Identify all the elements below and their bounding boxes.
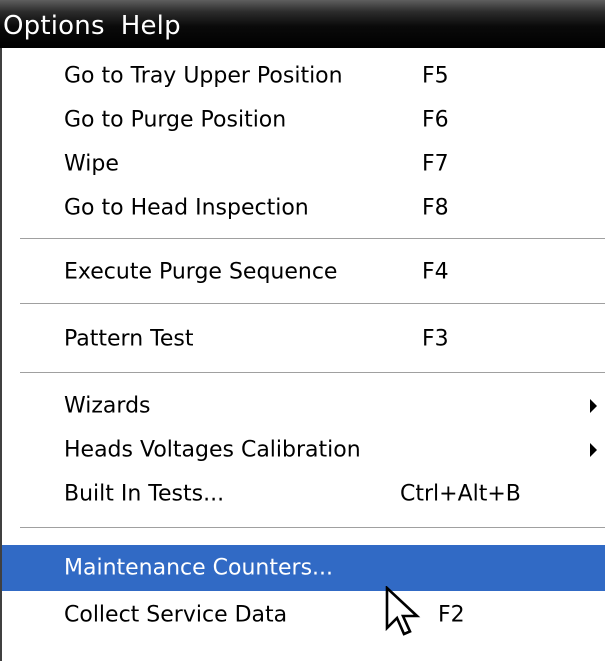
menu-item-collect-service-data[interactable]: Collect Service Data F2 (2, 593, 605, 637)
menu-item-go-to-purge-position[interactable]: Go to Purge Position F6 (2, 98, 605, 142)
menu-item-label: Execute Purge Sequence (64, 259, 338, 285)
menu-item-wizards[interactable]: Wizards (2, 384, 605, 428)
menu-separator (20, 303, 605, 305)
menu-item-shortcut: Ctrl+Alt+B (400, 481, 521, 507)
menu-item-shortcut: F6 (422, 107, 449, 133)
menu-item-label: Maintenance Counters... (64, 555, 334, 581)
menu-item-heads-voltages-calibration[interactable]: Heads Voltages Calibration (2, 428, 605, 472)
menu-item-shortcut: F4 (422, 259, 449, 285)
menu-item-label: Heads Voltages Calibration (64, 437, 361, 463)
menu-item-label: Wipe (64, 151, 119, 177)
menu-item-shortcut: F8 (422, 195, 449, 221)
menu-item-shortcut: F5 (422, 63, 449, 89)
menu-item-label: Go to Head Inspection (64, 195, 309, 221)
menu-item-label: Pattern Test (64, 326, 194, 352)
menu-separator (20, 372, 605, 374)
menu-item-go-to-tray-upper-position[interactable]: Go to Tray Upper Position F5 (2, 54, 605, 98)
menu-item-maintenance-counters[interactable]: Maintenance Counters... (2, 545, 605, 591)
menu-item-shortcut: F3 (422, 326, 449, 352)
menu-item-execute-purge-sequence[interactable]: Execute Purge Sequence F4 (2, 250, 605, 294)
menu-item-go-to-head-inspection[interactable]: Go to Head Inspection F8 (2, 186, 605, 230)
menu-separator (20, 527, 605, 529)
menu-item-wipe[interactable]: Wipe F7 (2, 142, 605, 186)
menu-item-pattern-test[interactable]: Pattern Test F3 (2, 317, 605, 361)
menu-item-label: Built In Tests... (64, 481, 225, 507)
menu-item-label: Go to Purge Position (64, 107, 287, 133)
menu-bar: Options Help (0, 0, 605, 48)
menu-options[interactable]: Options (3, 13, 105, 48)
menu-item-label: Go to Tray Upper Position (64, 63, 343, 89)
menu-item-shortcut: F2 (438, 602, 465, 628)
submenu-arrow-icon (590, 443, 597, 457)
menu-item-label: Wizards (64, 393, 151, 419)
menu-separator (20, 238, 605, 240)
menu-item-label: Collect Service Data (64, 602, 288, 628)
menu-help[interactable]: Help (121, 13, 181, 48)
menu-item-shortcut: F7 (422, 151, 449, 177)
menu-item-built-in-tests[interactable]: Built In Tests... Ctrl+Alt+B (2, 472, 605, 516)
options-dropdown-menu: Go to Tray Upper Position F5 Go to Purge… (0, 48, 605, 661)
submenu-arrow-icon (590, 399, 597, 413)
